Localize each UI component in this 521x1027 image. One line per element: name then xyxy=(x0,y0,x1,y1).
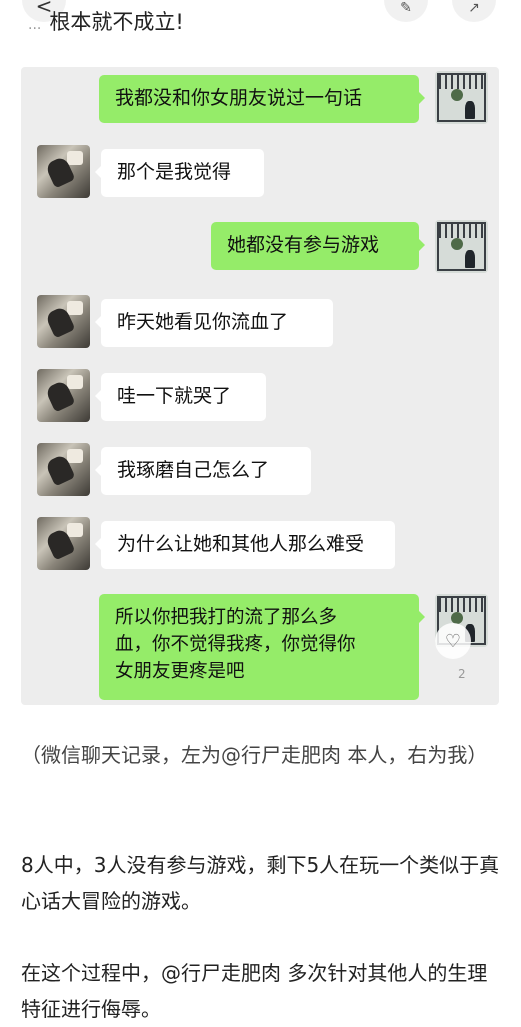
image-caption: （微信聊天记录，左为@行尸走肥肉 本人，右为我） xyxy=(21,743,488,767)
chat-bubble: 哇一下就哭了 xyxy=(95,373,266,421)
avatar-left xyxy=(37,369,90,422)
chat-bubble: 那个是我觉得 xyxy=(95,149,264,197)
chat-bubble: 她都没有参与游戏 xyxy=(211,222,425,270)
article-paragraph: 在这个过程中，@行尸走肥肉 多次针对其他人的生理特征进行侮辱。 xyxy=(21,961,488,1021)
article-paragraph: 8人中，3人没有参与游戏，剩下5人在玩一个类似于真心话大冒险的游戏。 xyxy=(21,853,500,913)
top-bar: < ... 根本就不成立! ✎ ↗ xyxy=(0,0,521,44)
avatar-left xyxy=(37,145,90,198)
chat-bubble: 我都没和你女朋友说过一句话 xyxy=(99,75,425,123)
avatar-right xyxy=(435,220,488,273)
avatar-left xyxy=(37,295,90,348)
avatar-right xyxy=(435,71,488,124)
edit-button[interactable]: ✎ xyxy=(384,0,428,22)
chat-bubble: 所以你把我打的流了那么多 血，你不觉得我疼，你觉得你 女朋友更疼是吧 xyxy=(99,594,425,700)
edit-icon: ✎ xyxy=(400,0,412,16)
chat-screenshot: 我都没和你女朋友说过一句话 那个是我觉得 她都没有参与游戏 昨天她看见你流血了 … xyxy=(21,67,499,705)
heart-icon[interactable]: ♡ xyxy=(435,623,471,659)
previous-paragraph-tail: ... 根本就不成立! xyxy=(28,6,184,36)
previous-text: 根本就不成立! xyxy=(49,10,184,34)
share-icon: ↗ xyxy=(468,0,480,16)
chat-bubble: 我琢磨自己怎么了 xyxy=(95,447,311,495)
chat-bubble: 昨天她看见你流血了 xyxy=(95,299,333,347)
like-count: 2 xyxy=(458,667,466,681)
avatar-left xyxy=(37,443,90,496)
share-button[interactable]: ↗ xyxy=(452,0,496,22)
chat-bubble: 为什么让她和其他人那么难受 xyxy=(95,521,395,569)
avatar-left xyxy=(37,517,90,570)
text-fragment: ... xyxy=(28,17,42,33)
